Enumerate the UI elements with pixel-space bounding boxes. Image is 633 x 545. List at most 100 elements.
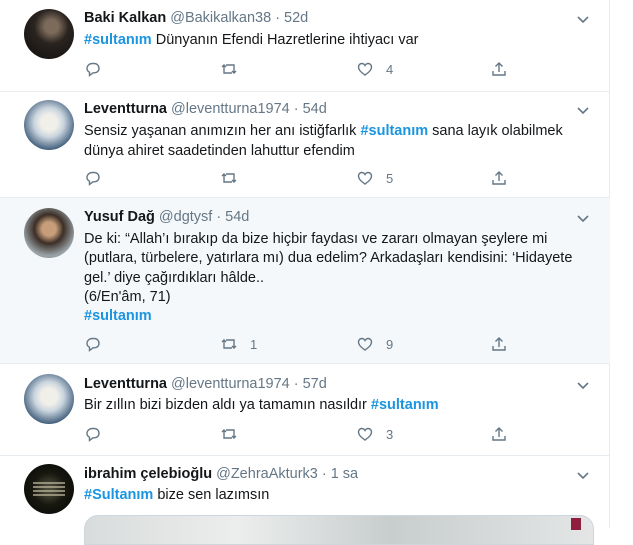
hashtag-link[interactable]: #sultanım — [84, 308, 152, 324]
author-handle[interactable]: @ZehraAkturk3 — [216, 466, 318, 482]
reply-button[interactable] — [84, 60, 114, 78]
like-count: 3 — [386, 426, 394, 442]
avatar[interactable] — [24, 9, 74, 59]
tweet[interactable]: Leventturna @leventturna1974 · 54d Sensi… — [0, 92, 610, 198]
share-button[interactable] — [490, 169, 508, 187]
share-icon — [492, 337, 506, 351]
tweet-text: #Sultanım bize sen lazımsın — [84, 486, 584, 506]
tweet-text-segment: De ki: “Allah’ı bırakıp da bize hiçbir f… — [84, 231, 573, 286]
reply-button[interactable] — [84, 425, 114, 443]
tweet-text-segment: bize sen lazımsın — [153, 487, 270, 503]
chevron-down-icon[interactable] — [576, 12, 590, 26]
reply-icon — [86, 62, 100, 77]
share-icon — [492, 171, 506, 185]
retweet-button[interactable] — [220, 425, 250, 443]
share-button[interactable] — [490, 425, 508, 443]
tweet-text-segment: Sensiz yaşanan anımızın her anı istiğfar… — [84, 123, 361, 139]
share-button[interactable] — [490, 60, 508, 78]
tweet-text: Sensiz yaşanan anımızın her anı istiğfar… — [84, 122, 584, 161]
tweet-text-segment: Dünyanın Efendi Hazretlerine ihtiyacı va… — [151, 32, 419, 48]
like-count: 4 — [386, 61, 394, 77]
like-count: 9 — [386, 336, 394, 352]
author-name[interactable]: Leventturna — [84, 101, 167, 117]
timestamp[interactable]: 57d — [303, 376, 327, 392]
reply-icon — [86, 171, 100, 186]
like-count: 5 — [386, 170, 394, 186]
retweet-button[interactable]: 1 — [220, 335, 257, 353]
like-button[interactable]: 9 — [356, 335, 393, 353]
avatar[interactable] — [24, 208, 74, 258]
separator-dot: · — [293, 376, 299, 392]
like-button[interactable]: 5 — [356, 169, 393, 187]
tweet-text-segment: Bir zıllın bizi bizden aldı ya tamamın n… — [84, 397, 371, 413]
tweet-text: #sultanım Dünyanın Efendi Hazretlerine i… — [84, 31, 584, 51]
author-handle[interactable]: @leventturna1974 — [171, 376, 290, 392]
timestamp[interactable]: 52d — [284, 10, 308, 26]
avatar[interactable] — [24, 464, 74, 514]
timestamp[interactable]: 54d — [225, 209, 249, 225]
separator-dot: · — [321, 466, 327, 482]
tweet-actions: 3 — [84, 425, 514, 445]
author-name[interactable]: Yusuf Dağ — [84, 209, 155, 225]
tweet-header: Baki Kalkan @Bakikalkan38 · 52d — [84, 10, 308, 26]
media-badge — [571, 518, 581, 530]
author-handle[interactable]: @Bakikalkan38 — [170, 10, 271, 26]
retweet-icon — [221, 339, 237, 349]
tweet-media-image[interactable] — [84, 515, 594, 545]
hashtag-link[interactable]: #sultanım — [371, 397, 439, 413]
tweet-feed: Baki Kalkan @Bakikalkan38 · 52d #sultanı… — [0, 0, 610, 545]
heart-icon — [357, 171, 373, 185]
tweet-actions: 5 — [84, 169, 514, 189]
retweet-count: 1 — [250, 336, 258, 352]
separator-dot: · — [293, 101, 299, 117]
chevron-down-icon[interactable] — [576, 103, 590, 117]
hashtag-link[interactable]: #Sultanım — [84, 487, 153, 503]
reply-button[interactable] — [84, 169, 114, 187]
separator-dot: · — [275, 10, 281, 26]
share-icon — [492, 62, 506, 76]
author-name[interactable]: ibrahim çelebioğlu — [84, 466, 212, 482]
tweet-text-segment: (6/En'âm, 71) — [84, 288, 171, 305]
retweet-icon — [221, 429, 237, 439]
author-name[interactable]: Baki Kalkan — [84, 10, 166, 26]
tweet-header: Leventturna @leventturna1974 · 54d — [84, 101, 327, 117]
tweet[interactable]: Baki Kalkan @Bakikalkan38 · 52d #sultanı… — [0, 0, 610, 92]
retweet-button[interactable] — [220, 60, 250, 78]
author-handle[interactable]: @leventturna1974 — [171, 101, 290, 117]
like-button[interactable]: 4 — [356, 60, 393, 78]
tweet-text: Bir zıllın bizi bizden aldı ya tamamın n… — [84, 396, 584, 416]
reply-icon — [86, 427, 100, 442]
share-button[interactable] — [490, 335, 508, 353]
heart-icon — [357, 337, 373, 351]
chevron-down-icon[interactable] — [576, 211, 590, 225]
like-button[interactable]: 3 — [356, 425, 393, 443]
share-icon — [492, 427, 506, 441]
tweet-header: Leventturna @leventturna1974 · 57d — [84, 376, 327, 392]
chevron-down-icon[interactable] — [576, 468, 590, 482]
heart-icon — [357, 62, 373, 76]
retweet-button[interactable] — [220, 169, 250, 187]
tweet-text: De ki: “Allah’ı bırakıp da bize hiçbir f… — [84, 230, 584, 326]
author-handle[interactable]: @dgtysf — [159, 209, 212, 225]
avatar-text-graphic — [33, 480, 65, 498]
tweet-header: Yusuf Dağ @dgtysf · 54d — [84, 209, 249, 225]
tweet-actions: 4 — [84, 60, 514, 80]
heart-icon — [357, 427, 373, 441]
hashtag-link[interactable]: #sultanım — [360, 123, 428, 139]
separator-dot: · — [216, 209, 222, 225]
hashtag-link[interactable]: #sultanım — [84, 32, 152, 48]
reply-button[interactable] — [84, 335, 114, 353]
retweet-icon — [221, 64, 237, 74]
avatar[interactable] — [24, 100, 74, 150]
tweet[interactable]: Yusuf Dağ @dgtysf · 54d De ki: “Allah’ı … — [0, 198, 610, 364]
timestamp[interactable]: 1 sa — [331, 466, 358, 482]
tweet-header: ibrahim çelebioğlu @ZehraAkturk3 · 1 sa — [84, 466, 358, 482]
tweet[interactable]: Leventturna @leventturna1974 · 57d Bir z… — [0, 364, 610, 456]
author-name[interactable]: Leventturna — [84, 376, 167, 392]
timestamp[interactable]: 54d — [303, 101, 327, 117]
avatar[interactable] — [24, 374, 74, 424]
tweet-actions: 1 9 — [84, 335, 514, 355]
retweet-icon — [221, 173, 237, 183]
chevron-down-icon[interactable] — [576, 378, 590, 392]
reply-icon — [86, 337, 100, 352]
